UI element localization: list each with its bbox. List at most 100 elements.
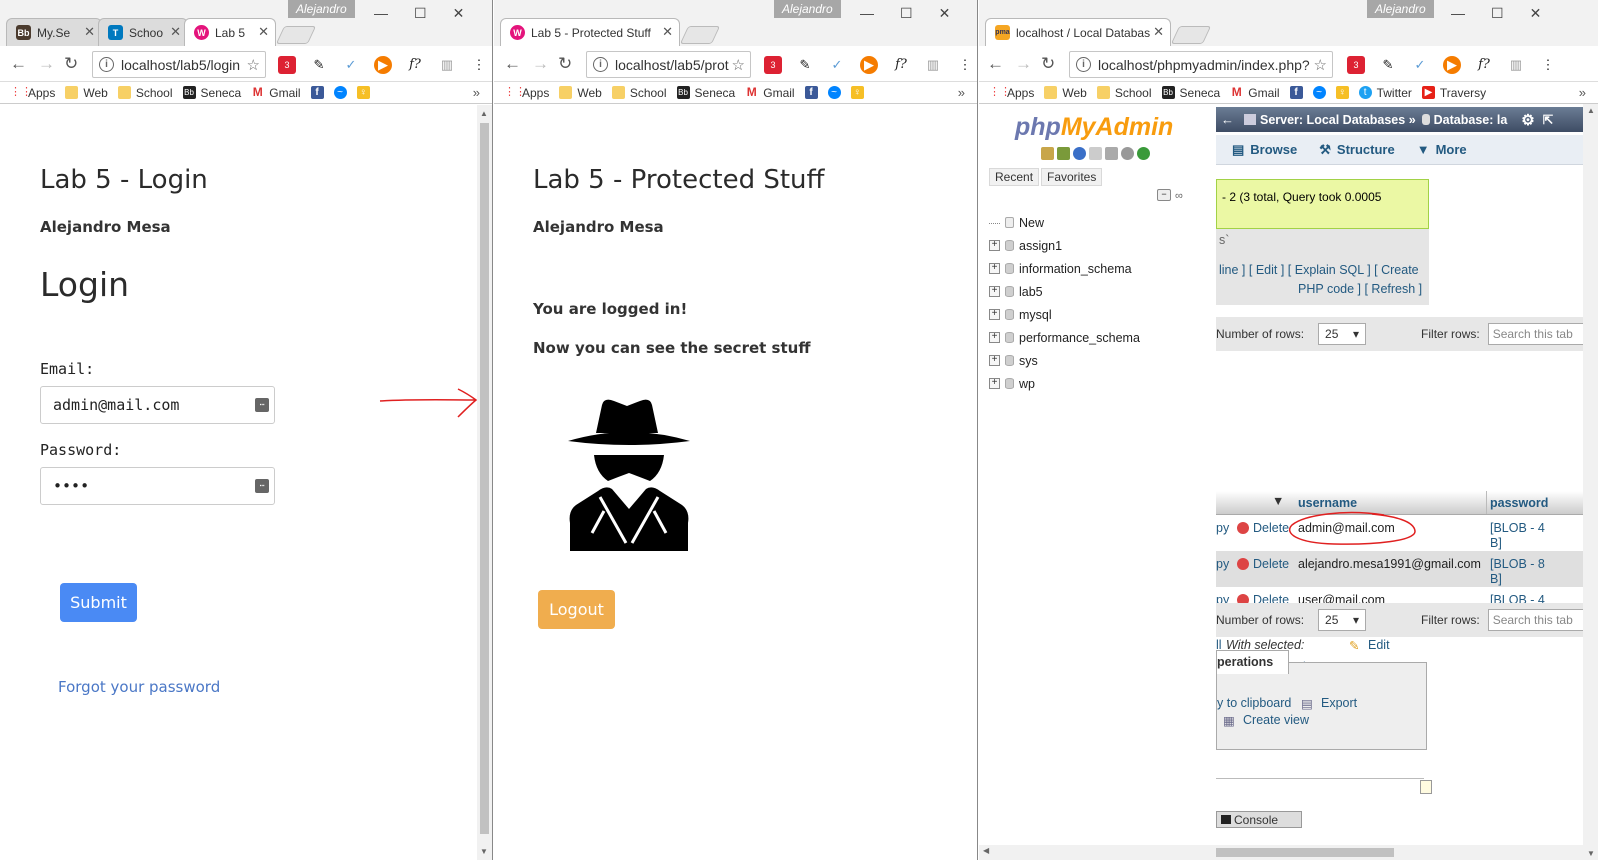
bookmark-web[interactable]: Web	[65, 86, 108, 100]
eyedropper-icon[interactable]: ✎	[1379, 56, 1397, 74]
tree-item-assign1[interactable]: + assign1	[989, 234, 1140, 257]
reload-nav-icon[interactable]	[1137, 147, 1150, 160]
console-toggle[interactable]: Console	[1216, 811, 1302, 828]
copy-to-clipboard-link[interactable]: y to clipboard	[1217, 696, 1291, 710]
close-tab-icon[interactable]: ✕	[1153, 24, 1164, 40]
nav-horizontal-scrollbar[interactable]: ◀	[979, 845, 1216, 860]
bookmark-messenger[interactable]: ~	[333, 86, 347, 99]
forward-icon[interactable]: →	[38, 54, 55, 74]
function-extension-icon[interactable]: f?	[892, 56, 910, 74]
tab-school[interactable]: T Schoo ✕	[98, 18, 188, 46]
tab-protected-stuff[interactable]: W Lab 5 - Protected Stuff ✕	[500, 18, 680, 46]
expand-icon[interactable]: +	[989, 355, 1000, 366]
maximize-icon[interactable]: ☐	[900, 5, 913, 22]
tab-myseneca[interactable]: Bb My.Se ✕	[6, 18, 102, 46]
address-bar[interactable]: i localhost/phpmyadmin/index.php? ☆	[1069, 51, 1333, 78]
bookmark-web[interactable]: Web	[559, 86, 602, 100]
more-bookmarks-icon[interactable]: »	[473, 85, 480, 100]
tree-item-information-schema[interactable]: + information_schema	[989, 257, 1140, 280]
bookmark-star-icon[interactable]: ☆	[1313, 56, 1327, 74]
expand-icon[interactable]: +	[989, 240, 1000, 251]
close-icon[interactable]: ✕	[939, 5, 951, 22]
password-cell[interactable]: [BLOB - 8 B]	[1490, 557, 1545, 587]
bookmark-keep[interactable]: ♀	[356, 86, 370, 99]
close-tab-icon[interactable]: ✕	[662, 24, 673, 40]
check-extension-icon[interactable]: ✓	[1411, 56, 1429, 74]
tree-item-sys[interactable]: + sys	[989, 349, 1140, 372]
sort-arrow-icon[interactable]: ▼	[1272, 494, 1284, 508]
expand-icon[interactable]: +	[989, 332, 1000, 343]
password-manager-icon[interactable]: ⋯	[255, 479, 269, 493]
maximize-icon[interactable]: ☐	[1491, 5, 1504, 22]
breadcrumb-database[interactable]: Database: la	[1434, 113, 1508, 127]
tree-item-lab5[interactable]: + lab5	[989, 280, 1140, 303]
bookmark-school[interactable]: School	[611, 86, 667, 100]
bookmark-twitter[interactable]: t Twitter	[1358, 86, 1412, 100]
bookmark-messenger[interactable]: ~	[1312, 86, 1326, 99]
forgot-password-link[interactable]: Forgot your password	[58, 678, 220, 696]
tree-item-wp[interactable]: + wp	[989, 372, 1140, 395]
phpmyadmin-logo[interactable]: phpMyAdmin	[1015, 113, 1173, 142]
bookmark-gmail[interactable]: M Gmail	[1230, 86, 1280, 100]
bookmark-keep[interactable]: ♀	[1335, 86, 1349, 99]
eyedropper-icon[interactable]: ✎	[310, 56, 328, 74]
logout-button[interactable]: Logout	[538, 590, 615, 629]
scrollbar-thumb[interactable]	[480, 123, 489, 834]
reload-icon[interactable]: ↻	[64, 54, 78, 74]
bookmark-messenger[interactable]: ~	[827, 86, 841, 99]
vertical-scrollbar[interactable]: ▲ ▼	[1583, 104, 1598, 860]
password-field[interactable]: •••• ⋯	[40, 467, 275, 505]
breadcrumb-server[interactable]: Server: Local Databases »	[1260, 113, 1416, 127]
edit-selected-link[interactable]: Edit	[1368, 638, 1390, 652]
close-tab-icon[interactable]: ✕	[84, 24, 95, 40]
docs-icon[interactable]	[1089, 147, 1102, 160]
bookmark-apps[interactable]: ⋮⋮ Apps	[10, 86, 55, 100]
password-manager-icon[interactable]: ⋯	[255, 398, 269, 412]
function-extension-icon[interactable]: f?	[1475, 56, 1493, 74]
scroll-left-icon[interactable]: ◀	[983, 846, 989, 855]
extension-red-icon[interactable]: 3	[278, 56, 296, 74]
play-extension-icon[interactable]: ▶	[1443, 56, 1461, 74]
extension-red-icon[interactable]: 3	[1347, 56, 1365, 74]
close-icon[interactable]: ✕	[453, 5, 465, 22]
tab-structure[interactable]: Structure	[1337, 142, 1395, 157]
address-bar[interactable]: i localhost/lab5/login ☆	[92, 51, 266, 78]
profile-badge[interactable]: Alejandro	[1367, 0, 1434, 18]
bookmark-school[interactable]: School	[117, 86, 173, 100]
settings-gear-icon[interactable]: ⚙	[1521, 111, 1534, 129]
tree-item-new[interactable]: New	[989, 211, 1140, 234]
help-icon[interactable]	[1073, 147, 1086, 160]
check-extension-icon[interactable]: ✓	[342, 56, 360, 74]
menu-icon[interactable]: ⋮	[956, 56, 974, 74]
column-username[interactable]: username	[1298, 496, 1357, 510]
forward-icon[interactable]: →	[1015, 54, 1032, 74]
horizontal-scrollbar[interactable]	[1216, 845, 1598, 860]
bookmark-facebook[interactable]: f	[804, 86, 818, 99]
forward-icon[interactable]: →	[532, 54, 549, 74]
collapse-arrow-icon[interactable]: ←	[1221, 112, 1234, 127]
close-tab-icon[interactable]: ✕	[258, 24, 269, 40]
scroll-down-icon[interactable]: ▼	[1587, 849, 1595, 858]
reload-icon[interactable]: ↻	[1041, 54, 1055, 74]
tree-item-performance-schema[interactable]: + performance_schema	[989, 326, 1140, 349]
rows-select[interactable]: 25 ▾	[1318, 609, 1367, 631]
create-view-link[interactable]: Create view	[1243, 713, 1309, 727]
expand-arrow-icon[interactable]: ⇱	[1543, 112, 1553, 127]
filter-search-input[interactable]: Search this tab	[1487, 323, 1588, 345]
back-icon[interactable]: ←	[10, 54, 27, 74]
copy-link[interactable]: py	[1216, 521, 1229, 535]
settings-gear-icon[interactable]	[1121, 147, 1134, 160]
check-extension-icon[interactable]: ✓	[828, 56, 846, 74]
minimize-icon[interactable]: —	[860, 5, 874, 22]
play-extension-icon[interactable]: ▶	[860, 56, 878, 74]
new-tab-button[interactable]	[1170, 26, 1212, 44]
filter-search-input[interactable]: Search this tab	[1487, 609, 1588, 631]
tab-lab5[interactable]: W Lab 5 ✕	[184, 18, 276, 46]
more-bookmarks-icon[interactable]: »	[1579, 85, 1586, 100]
sql-docs-icon[interactable]	[1105, 147, 1118, 160]
expand-icon[interactable]: +	[989, 378, 1000, 389]
tab-phpmyadmin[interactable]: pma localhost / Local Databas ✕	[985, 18, 1171, 46]
sidebar-extension-icon[interactable]: ▥	[924, 56, 942, 74]
submit-button[interactable]: Submit	[60, 583, 137, 622]
bookmark-traversy[interactable]: ▶ Traversy	[1421, 86, 1486, 100]
